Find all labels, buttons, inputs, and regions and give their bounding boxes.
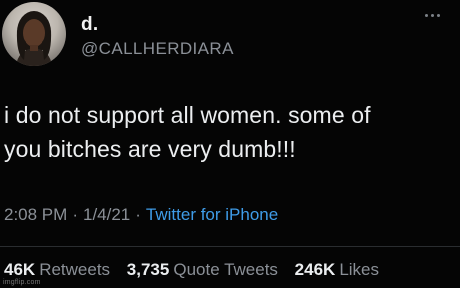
meta-separator: · (72, 205, 78, 224)
quote-tweets-label: Quote Tweets (173, 260, 278, 279)
quote-tweets-stat[interactable]: 3,735 Quote Tweets (127, 260, 278, 279)
tweet-text: i do not support all women. some of you … (4, 98, 454, 166)
tweet-time[interactable]: 2:08 PM (4, 205, 67, 224)
retweets-stat[interactable]: 46K Retweets (4, 260, 110, 279)
engagement-stats: 46K Retweets 3,735 Quote Tweets 246K Likes (4, 260, 391, 280)
likes-count: 246K (294, 260, 336, 279)
divider (0, 246, 460, 247)
tweet-date[interactable]: 1/4/21 (83, 205, 130, 224)
display-name[interactable]: d. (81, 14, 99, 36)
tweet-card: d. @CALLHERDIARA i do not support all wo… (0, 0, 460, 288)
likes-stat[interactable]: 246K Likes (295, 260, 379, 279)
tweet-meta: 2:08 PM · 1/4/21 · Twitter for iPhone (4, 205, 278, 225)
user-handle[interactable]: @CALLHERDIARA (81, 39, 234, 59)
quote-tweets-count: 3,735 (126, 260, 170, 279)
likes-label: Likes (339, 260, 379, 279)
meta-separator: · (135, 205, 141, 224)
tweet-source-link[interactable]: Twitter for iPhone (146, 205, 278, 224)
tweet-text-line-1: i do not support all women. some of (4, 102, 371, 128)
more-options-icon[interactable] (425, 12, 441, 20)
avatar-photo-icon (16, 11, 52, 66)
retweets-count: 46K (4, 260, 36, 279)
retweets-label: Retweets (39, 260, 111, 279)
tweet-text-line-2: you bitches are very dumb!!! (4, 136, 296, 162)
avatar[interactable] (2, 2, 66, 66)
watermark: imgflip.com (3, 279, 41, 286)
